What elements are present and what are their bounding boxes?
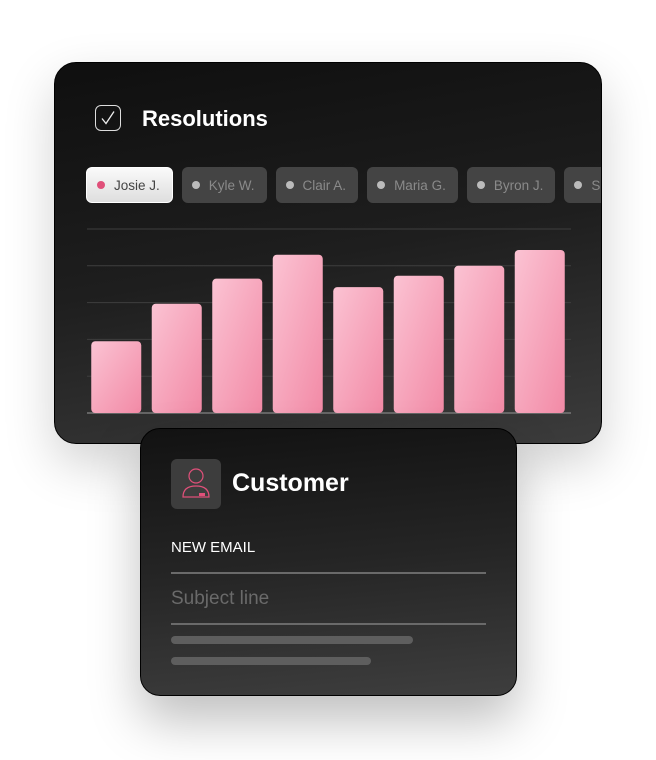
- agent-chip[interactable]: Clair A.: [275, 167, 359, 203]
- agent-chip[interactable]: Maria G.: [367, 167, 458, 203]
- bar[interactable]: [514, 249, 565, 413]
- status-dot-icon: [191, 181, 200, 189]
- user-icon: [171, 459, 221, 509]
- bar[interactable]: [212, 278, 263, 413]
- bar-chart: [87, 228, 571, 414]
- body-placeholder-line: [171, 636, 413, 644]
- status-dot-icon: [574, 181, 583, 189]
- bar[interactable]: [333, 287, 384, 413]
- divider: [171, 572, 486, 574]
- agent-name: Kyle W.: [208, 177, 255, 193]
- body-placeholder-line: [171, 657, 371, 665]
- agent-name: Josie J.: [114, 177, 160, 193]
- new-email-label: NEW EMAIL: [171, 539, 256, 556]
- agent-name: Sarah H: [591, 177, 601, 193]
- agent-name: Maria G.: [394, 177, 446, 193]
- bar[interactable]: [272, 254, 323, 413]
- status-dot-icon: [377, 181, 386, 189]
- divider: [171, 623, 486, 625]
- agent-chip[interactable]: Josie J.: [86, 167, 173, 203]
- agent-filter-chips: Josie J. Kyle W. Clair A. Maria G. Byron J. S…: [86, 167, 601, 203]
- bar[interactable]: [454, 265, 505, 413]
- agent-name: Byron J.: [493, 177, 544, 193]
- status-dot-icon: [476, 181, 485, 189]
- bar[interactable]: [151, 303, 202, 413]
- bar[interactable]: [91, 341, 142, 413]
- agent-name: Clair A.: [302, 177, 347, 193]
- customer-card: Customer NEW EMAIL Subject line: [140, 428, 517, 696]
- customer-title: Customer: [232, 469, 349, 497]
- bar[interactable]: [393, 275, 444, 413]
- card-title: Resolutions: [142, 106, 268, 131]
- subject-input[interactable]: Subject line: [171, 588, 269, 610]
- agent-chip[interactable]: Byron J.: [466, 167, 556, 203]
- agent-chip[interactable]: Sarah H: [564, 167, 601, 203]
- agent-chip[interactable]: Kyle W.: [181, 167, 267, 203]
- checkbox-icon[interactable]: [95, 105, 121, 131]
- status-dot-icon: [97, 181, 105, 189]
- resolutions-card: Resolutions Josie J. Kyle W. Clair A. Maria…: [54, 62, 602, 444]
- status-dot-icon: [285, 181, 294, 189]
